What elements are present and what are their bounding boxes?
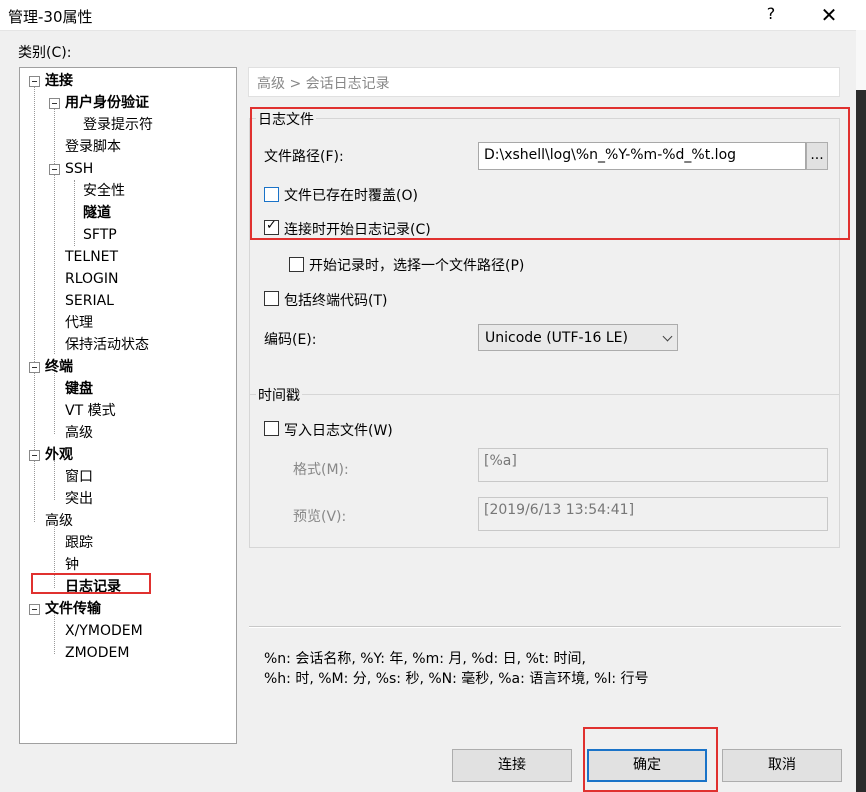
tree-item-serial[interactable]: SERIAL bbox=[65, 291, 114, 311]
help-text-line2: %h: 时, %M: 分, %s: 秒, %N: 毫秒, %a: 语言环境, %… bbox=[264, 671, 649, 687]
choose-path-checkbox[interactable] bbox=[289, 257, 304, 272]
breadcrumb: 高级 > 会话日志记录 bbox=[257, 76, 390, 92]
cancel-button[interactable]: 取消 bbox=[722, 749, 842, 782]
tree-item-login-script[interactable]: 登录脚本 bbox=[65, 137, 121, 157]
tree-item-sftp[interactable]: SFTP bbox=[83, 225, 117, 245]
tree-item-user-auth[interactable]: 用户身份验证 bbox=[65, 93, 149, 113]
tree-item-connection[interactable]: 连接 bbox=[45, 71, 73, 91]
check-icon: ✓ bbox=[266, 218, 277, 233]
tree-item-terminal[interactable]: 终端 bbox=[45, 357, 73, 377]
collapse-icon[interactable] bbox=[29, 76, 40, 87]
tree-item-terminal-advanced[interactable]: 高级 bbox=[65, 423, 93, 443]
tree-item-login-prompt[interactable]: 登录提示符 bbox=[83, 115, 153, 135]
help-text-line1: %n: 会话名称, %Y: 年, %m: 月, %d: 日, %t: 时间, bbox=[264, 651, 586, 667]
tree-item-proxy[interactable]: 代理 bbox=[65, 313, 93, 333]
collapse-icon[interactable] bbox=[49, 164, 60, 175]
background-window-edge bbox=[856, 30, 866, 792]
tree-item-rlogin[interactable]: RLOGIN bbox=[65, 269, 119, 289]
collapse-icon[interactable] bbox=[49, 98, 60, 109]
window-title: 管理-30属性 bbox=[8, 8, 93, 26]
tree-connector bbox=[74, 180, 75, 246]
encoding-label: 编码(E): bbox=[264, 332, 317, 348]
tree-item-advanced[interactable]: 高级 bbox=[45, 511, 73, 531]
chevron-down-icon bbox=[662, 331, 673, 342]
connect-button[interactable]: 连接 bbox=[452, 749, 572, 782]
start-logging-label: 连接时开始日志记录(C) bbox=[284, 222, 431, 238]
start-logging-checkbox[interactable]: ✓ bbox=[264, 218, 279, 235]
tree-connector bbox=[54, 368, 55, 434]
logging-highlight-box bbox=[31, 573, 151, 594]
background-window-edge-light bbox=[856, 30, 866, 90]
title-bar: 管理-30属性 ? ✕ bbox=[0, 0, 866, 31]
overwrite-checkbox[interactable] bbox=[264, 187, 279, 202]
timestamp-group-title: 时间戳 bbox=[256, 385, 302, 405]
tree-connector bbox=[54, 104, 55, 354]
category-tree[interactable]: 连接 用户身份验证 登录提示符 登录脚本 SSH 安全性 隧道 SFTP TEL… bbox=[19, 67, 237, 744]
encoding-value: Unicode (UTF-16 LE) bbox=[485, 330, 628, 346]
ok-button[interactable]: 确定 bbox=[587, 749, 707, 782]
tree-item-keepalive[interactable]: 保持活动状态 bbox=[65, 335, 149, 355]
browse-button[interactable]: ... bbox=[806, 142, 828, 170]
tree-item-vt-mode[interactable]: VT 模式 bbox=[65, 401, 116, 421]
tree-item-ssh[interactable]: SSH bbox=[65, 159, 93, 179]
tree-item-file-transfer[interactable]: 文件传输 bbox=[45, 599, 101, 619]
collapse-icon[interactable] bbox=[29, 604, 40, 615]
tree-item-security[interactable]: 安全性 bbox=[83, 181, 125, 201]
choose-path-label: 开始记录时，选择一个文件路径(P) bbox=[309, 258, 525, 274]
collapse-icon[interactable] bbox=[29, 450, 40, 461]
tree-item-bell[interactable]: 钟 bbox=[65, 555, 79, 575]
tree-item-tunnel[interactable]: 隧道 bbox=[83, 203, 111, 223]
preview-label: 预览(V): bbox=[293, 509, 347, 525]
tree-item-zmodem[interactable]: ZMODEM bbox=[65, 643, 129, 663]
format-label: 格式(M): bbox=[293, 462, 349, 478]
separator bbox=[249, 626, 841, 628]
write-timestamp-checkbox[interactable] bbox=[264, 421, 279, 436]
tree-item-window[interactable]: 窗口 bbox=[65, 467, 93, 487]
tree-item-highlight[interactable]: 突出 bbox=[65, 489, 93, 509]
tree-item-keyboard[interactable]: 键盘 bbox=[65, 379, 93, 399]
tree-item-xymodem[interactable]: X/YMODEM bbox=[65, 621, 143, 641]
write-timestamp-label: 写入日志文件(W) bbox=[284, 423, 393, 439]
tree-item-appearance[interactable]: 外观 bbox=[45, 445, 73, 465]
encoding-select[interactable]: Unicode (UTF-16 LE) bbox=[478, 324, 678, 351]
format-input[interactable]: [%a] bbox=[478, 448, 828, 482]
collapse-icon[interactable] bbox=[29, 362, 40, 373]
include-terminal-checkbox[interactable] bbox=[264, 291, 279, 306]
overwrite-label: 文件已存在时覆盖(O) bbox=[284, 188, 418, 204]
help-button[interactable]: ? bbox=[758, 4, 784, 26]
category-label: 类别(C): bbox=[18, 45, 72, 61]
include-terminal-label: 包括终端代码(T) bbox=[284, 293, 388, 309]
file-path-input[interactable]: D:\xshell\log\%n_%Y-%m-%d_%t.log bbox=[478, 142, 806, 170]
tree-item-telnet[interactable]: TELNET bbox=[65, 247, 118, 267]
file-path-label: 文件路径(F): bbox=[264, 149, 344, 165]
preview-input: [2019/6/13 13:54:41] bbox=[478, 497, 828, 531]
close-icon[interactable]: ✕ bbox=[812, 3, 846, 27]
tree-item-trace[interactable]: 跟踪 bbox=[65, 533, 93, 553]
section-header: 高级 > 会话日志记录 bbox=[248, 67, 840, 97]
